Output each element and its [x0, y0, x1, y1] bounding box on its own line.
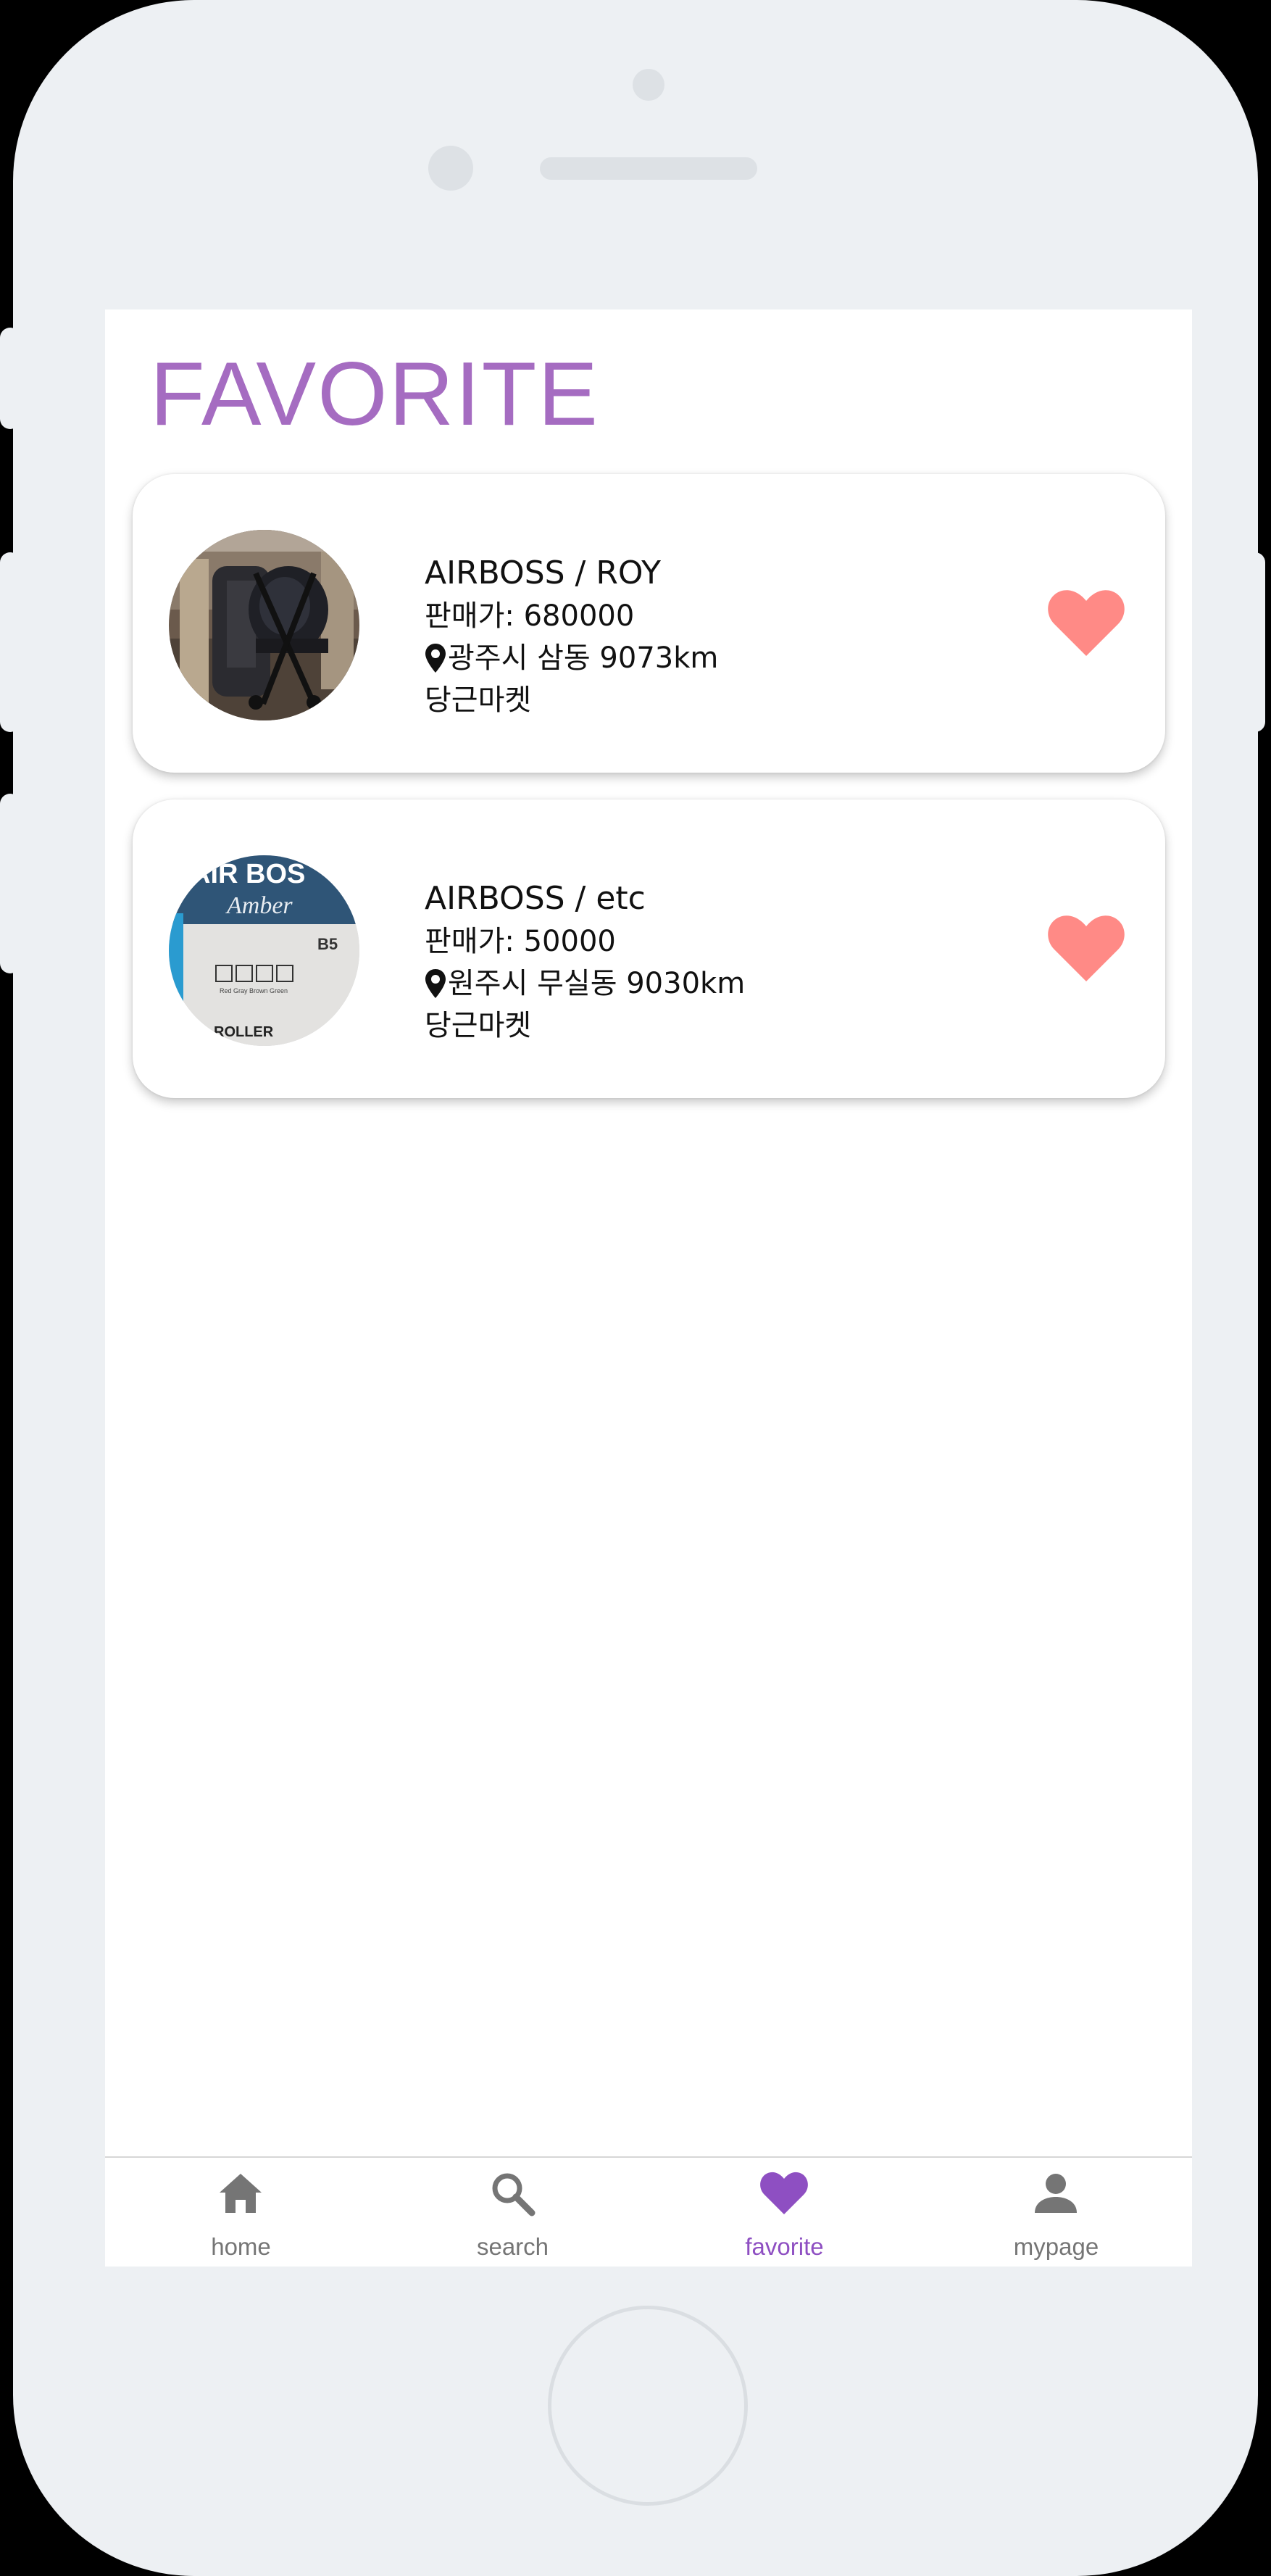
tab-label: mypage [1013, 2233, 1099, 2260]
mute-switch [0, 328, 20, 429]
tab-label: favorite [745, 2233, 824, 2260]
power-button [1245, 552, 1265, 732]
heart-icon [759, 2168, 809, 2219]
item-info: AIRBOSS / etc 판매가: 50000 원주시 무실동 9030km … [425, 878, 745, 1047]
favorite-heart-button[interactable] [1047, 588, 1125, 657]
phone-frame: FAVORITE AIRBOSS / ROY 판매가: 680000 광주시 삼… [0, 0, 1265, 2576]
item-price: 판매가: 50000 [425, 925, 616, 958]
item-title: AIRBOSS / etc [425, 880, 646, 917]
item-seller: 당근마켓 [425, 1009, 532, 1042]
stroller-box-image: AIR BOS Amber B5 Red Gray Brown Green RO… [169, 855, 359, 1046]
svg-text:Red Gray Brown Green: Red Gray Brown Green [220, 987, 288, 994]
volume-down-button [0, 794, 20, 973]
tab-mypage[interactable]: mypage [920, 2158, 1192, 2267]
item-thumbnail: AIR BOS Amber B5 Red Gray Brown Green RO… [169, 855, 359, 1046]
heart-icon [1048, 915, 1125, 981]
location-pin-icon [425, 968, 446, 999]
item-location-row: 원주시 무실동 9030km [425, 963, 745, 1005]
svg-text:ROLLER: ROLLER [214, 1024, 274, 1040]
search-icon [487, 2168, 538, 2219]
tab-home[interactable]: home [105, 2158, 377, 2267]
svg-text:Amber: Amber [225, 892, 293, 919]
app-screen: FAVORITE AIRBOSS / ROY 판매가: 680000 광주시 삼… [105, 309, 1192, 2267]
favorite-item-card[interactable]: AIRBOSS / ROY 판매가: 680000 광주시 삼동 9073km … [133, 474, 1165, 773]
favorite-item-card[interactable]: AIR BOS Amber B5 Red Gray Brown Green RO… [133, 799, 1165, 1098]
item-location: 광주시 삼동 9073km [448, 641, 719, 675]
item-price: 판매가: 680000 [425, 599, 635, 633]
person-icon [1030, 2168, 1081, 2219]
item-info: AIRBOSS / ROY 판매가: 680000 광주시 삼동 9073km … [425, 553, 718, 721]
tab-favorite[interactable]: favorite [649, 2158, 920, 2267]
heart-icon [1048, 590, 1125, 656]
volume-up-button [0, 552, 20, 732]
proximity-sensor [428, 146, 473, 191]
favorite-heart-button[interactable] [1047, 913, 1125, 983]
tab-label: home [211, 2233, 271, 2260]
item-location: 원주시 무실동 9030km [448, 967, 746, 1000]
location-pin-icon [425, 643, 446, 673]
item-location-row: 광주시 삼동 9073km [425, 637, 718, 679]
svg-text:AIR BOS: AIR BOS [191, 859, 305, 889]
earpiece-speaker [540, 157, 757, 180]
tab-search[interactable]: search [377, 2158, 649, 2267]
tab-label: search [476, 2233, 549, 2260]
home-icon [215, 2168, 266, 2219]
svg-text:B5: B5 [317, 935, 338, 953]
stroller-photo-image [169, 530, 359, 720]
bottom-tab-bar: home search favorite mypage [105, 2156, 1192, 2267]
device-home-button[interactable] [548, 2306, 748, 2506]
page-title: FAVORITE [150, 344, 600, 444]
front-camera [633, 69, 664, 101]
item-seller: 당근마켓 [425, 684, 532, 717]
item-thumbnail [169, 530, 359, 720]
item-title: AIRBOSS / ROY [425, 554, 662, 591]
